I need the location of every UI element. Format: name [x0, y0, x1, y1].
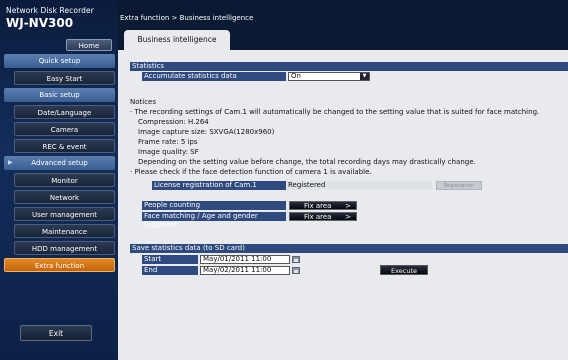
notice-frame-rate: Frame rate: 5 ips [138, 138, 198, 146]
start-date-input[interactable]: May/01/2011 11:00 [200, 255, 290, 264]
notice-recording-settings: · The recording settings of Cam.1 will a… [130, 108, 540, 116]
sidebar-item-monitor[interactable]: Monitor [14, 173, 115, 187]
fix-area-label: Fix area [304, 202, 332, 210]
content-panel: Statistics Accumulate statistics data On… [118, 50, 568, 360]
registration-button[interactable]: Registration [436, 181, 482, 190]
sidebar-item-quick-setup[interactable]: Quick setup [4, 54, 115, 68]
topbar: Extra function > Business intelligence B… [118, 0, 568, 50]
device-type: Network Disk Recorder [6, 6, 94, 15]
chevron-right-icon: > [345, 202, 351, 210]
sidebar-item-label: Easy Start [46, 75, 83, 83]
people-counting-fix-area-button[interactable]: Fix area > [289, 201, 357, 210]
chevron-down-icon[interactable]: ▼ [360, 73, 369, 80]
sidebar-item-rec-event[interactable]: REC & event [14, 139, 115, 153]
notices: Notices · The recording settings of Cam.… [130, 97, 566, 177]
end-label: End [142, 266, 198, 275]
calendar-icon[interactable] [292, 256, 300, 263]
fix-area-label: Fix area [304, 213, 332, 221]
sidebar-item-label: Basic setup [39, 91, 80, 99]
chevron-right-icon: > [345, 213, 351, 221]
face-matching-label: Face matching / Age and gender judgment [142, 212, 286, 229]
sidebar-item-date-language[interactable]: Date/Language [14, 105, 115, 119]
expand-arrow-icon: ▶ [8, 159, 13, 166]
notices-title: Notices [130, 98, 157, 106]
license-label: License registration of Cam.1 [152, 181, 286, 190]
sidebar-item-label: Maintenance [41, 228, 88, 236]
save-statistics-header: Save statistics data (to SD card) [130, 244, 568, 253]
face-matching-fix-area-button[interactable]: Fix area > [289, 212, 357, 221]
sidebar-item-extra-function[interactable]: Extra function [4, 258, 115, 272]
device-model: WJ-NV300 [6, 16, 74, 30]
sidebar-item-label: Camera [50, 126, 79, 134]
license-value: Registered [288, 181, 326, 189]
execute-button[interactable]: Execute [380, 265, 428, 275]
start-label: Start [142, 255, 198, 264]
sidebar-item-network[interactable]: Network [14, 190, 115, 204]
notice-capture-size: Image capture size: SXVGA(1280x960) [138, 128, 275, 136]
notice-face-detection: · Please check if the face detection fun… [130, 168, 372, 176]
home-button[interactable]: Home [66, 39, 112, 51]
accumulate-select[interactable]: On ▼ [288, 72, 370, 81]
sidebar-item-label: Network [49, 194, 80, 202]
sidebar-item-maintenance[interactable]: Maintenance [14, 224, 115, 238]
sidebar-item-label: Advanced setup [31, 159, 88, 167]
people-counting-label: People counting [142, 201, 286, 210]
exit-button[interactable]: Exit [20, 325, 92, 341]
sidebar-item-user-management[interactable]: User management [14, 207, 115, 221]
sidebar-item-label: Date/Language [37, 109, 92, 117]
statistics-header: Statistics [130, 62, 568, 71]
accumulate-label: Accumulate statistics data [142, 72, 286, 81]
device-brand: Network Disk Recorder WJ-NV300 [6, 6, 94, 30]
sidebar-item-label: Quick setup [38, 57, 81, 65]
accumulate-value: On [291, 72, 301, 80]
notice-compression: Compression: H.264 [138, 118, 209, 126]
sidebar-item-basic-setup[interactable]: Basic setup [4, 88, 115, 102]
sidebar-item-label: HDD management [31, 245, 98, 253]
sidebar-item-advanced-setup[interactable]: ▶ Advanced setup [4, 156, 115, 170]
notice-depending: Depending on the setting value before ch… [138, 158, 476, 166]
sidebar-item-camera[interactable]: Camera [14, 122, 115, 136]
breadcrumb: Extra function > Business intelligence [120, 14, 254, 22]
sidebar-nav: Quick setup Easy Start Basic setup Date/Lan… [4, 54, 115, 275]
end-date-input[interactable]: May/02/2011 11:00 [200, 266, 290, 275]
sidebar-item-label: Monitor [51, 177, 78, 185]
sidebar-item-easy-start[interactable]: Easy Start [14, 71, 115, 85]
sidebar: Network Disk Recorder WJ-NV300 Home Quic… [0, 0, 118, 360]
sidebar-item-label: User management [31, 211, 98, 219]
sidebar-item-label: REC & event [42, 143, 87, 151]
notice-image-quality: Image quality: SF [138, 148, 199, 156]
tab-business-intelligence[interactable]: Business intelligence [124, 30, 230, 50]
calendar-icon[interactable] [292, 267, 300, 274]
sidebar-item-hdd-management[interactable]: HDD management [14, 241, 115, 255]
sidebar-item-label: Extra function [34, 262, 85, 270]
